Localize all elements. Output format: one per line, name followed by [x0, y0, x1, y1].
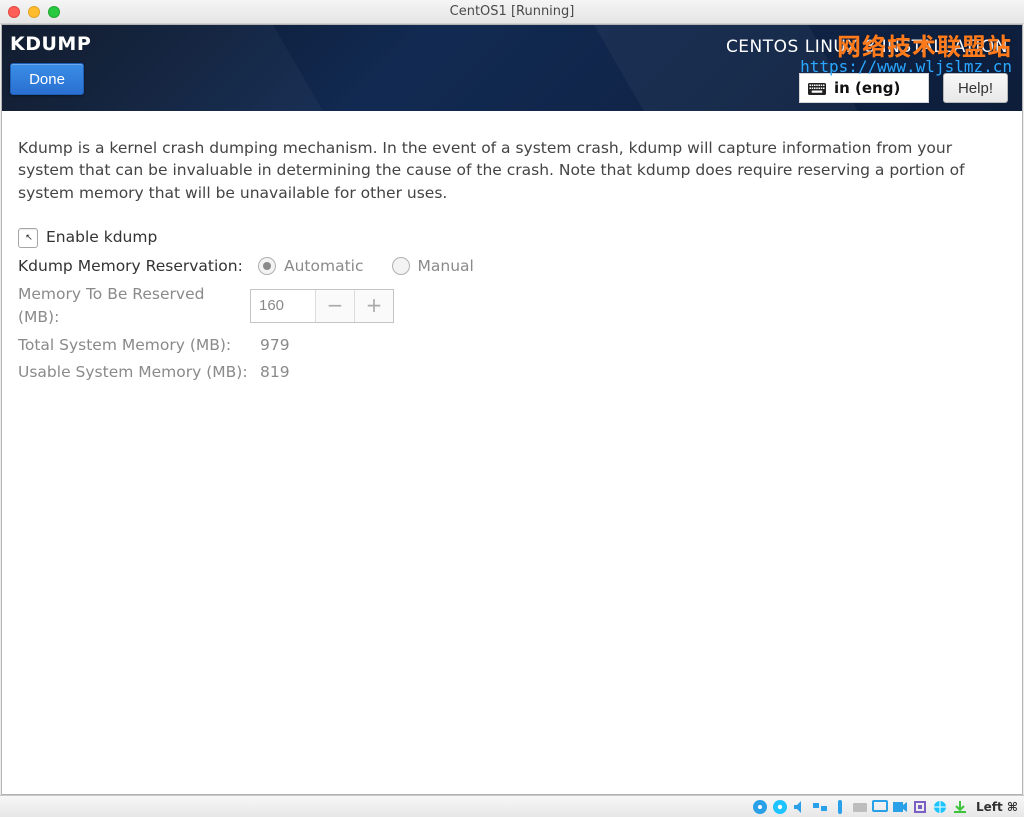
total-memory-label: Total System Memory (MB):: [18, 334, 250, 356]
vm-titlebar: CentOS1 [Running]: [0, 0, 1024, 24]
memory-to-reserve-spinbox: − +: [250, 289, 394, 323]
memory-decrement-button[interactable]: −: [315, 290, 354, 322]
total-memory-value: 979: [250, 334, 1006, 356]
radio-dot-icon: [392, 257, 410, 275]
radio-dot-icon: [258, 257, 276, 275]
network-icon[interactable]: [812, 799, 828, 815]
optical-icon[interactable]: [772, 799, 788, 815]
vm-window: CentOS1 [Running] 网络技术联盟站 https://www.wl…: [0, 0, 1024, 817]
content-area: Kdump is a kernel crash dumping mechanis…: [2, 111, 1022, 383]
memory-to-reserve-input[interactable]: [251, 290, 315, 322]
kdump-form: ↖ Enable kdump Kdump Memory Reservation:…: [18, 226, 1006, 383]
kdump-description: Kdump is a kernel crash dumping mechanis…: [18, 137, 1006, 204]
mouse-integration-icon[interactable]: [932, 799, 948, 815]
host-key-indicator: Left ⌘: [976, 800, 1018, 814]
enable-kdump-label: Enable kdump: [46, 226, 157, 248]
keyboard-layout-selector[interactable]: in (eng): [799, 73, 929, 103]
page-title: KDUMP: [10, 33, 91, 55]
keyboard-layout-label: in (eng): [834, 79, 900, 97]
cursor-icon: ↖: [25, 232, 33, 245]
installer-header: 网络技术联盟站 https://www.wljslmz.cn KDUMP Don…: [2, 25, 1022, 111]
hdd-icon[interactable]: [752, 799, 768, 815]
reservation-automatic-radio[interactable]: Automatic: [258, 255, 364, 277]
audio-icon[interactable]: [792, 799, 808, 815]
keyboard-icon: [808, 81, 826, 95]
radio-manual-label: Manual: [418, 255, 474, 277]
reservation-label: Kdump Memory Reservation:: [18, 255, 250, 277]
usable-memory-value: 819: [250, 361, 1006, 383]
usb-icon[interactable]: [832, 799, 848, 815]
reservation-manual-radio[interactable]: Manual: [392, 255, 474, 277]
host-key-label: Left ⌘: [976, 800, 1018, 814]
enable-kdump-checkbox[interactable]: ↖: [18, 228, 38, 248]
radio-automatic-label: Automatic: [284, 255, 364, 277]
keyboard-capture-icon[interactable]: [952, 799, 968, 815]
shared-folder-icon[interactable]: [852, 799, 868, 815]
display-icon[interactable]: [872, 799, 888, 815]
cpu-icon[interactable]: [912, 799, 928, 815]
help-button[interactable]: Help!: [943, 73, 1008, 103]
vm-statusbar: Left ⌘: [0, 795, 1024, 817]
usable-memory-label: Usable System Memory (MB):: [18, 361, 250, 383]
recording-icon[interactable]: [892, 799, 908, 815]
installer-window: 网络技术联盟站 https://www.wljslmz.cn KDUMP Don…: [1, 24, 1023, 795]
done-button[interactable]: Done: [10, 63, 84, 95]
memory-increment-button[interactable]: +: [354, 290, 393, 322]
vm-title: CentOS1 [Running]: [0, 4, 1024, 19]
memory-to-reserve-label: Memory To Be Reserved (MB):: [18, 283, 250, 328]
watermark-url: https://www.wljslmz.cn: [800, 57, 1012, 76]
